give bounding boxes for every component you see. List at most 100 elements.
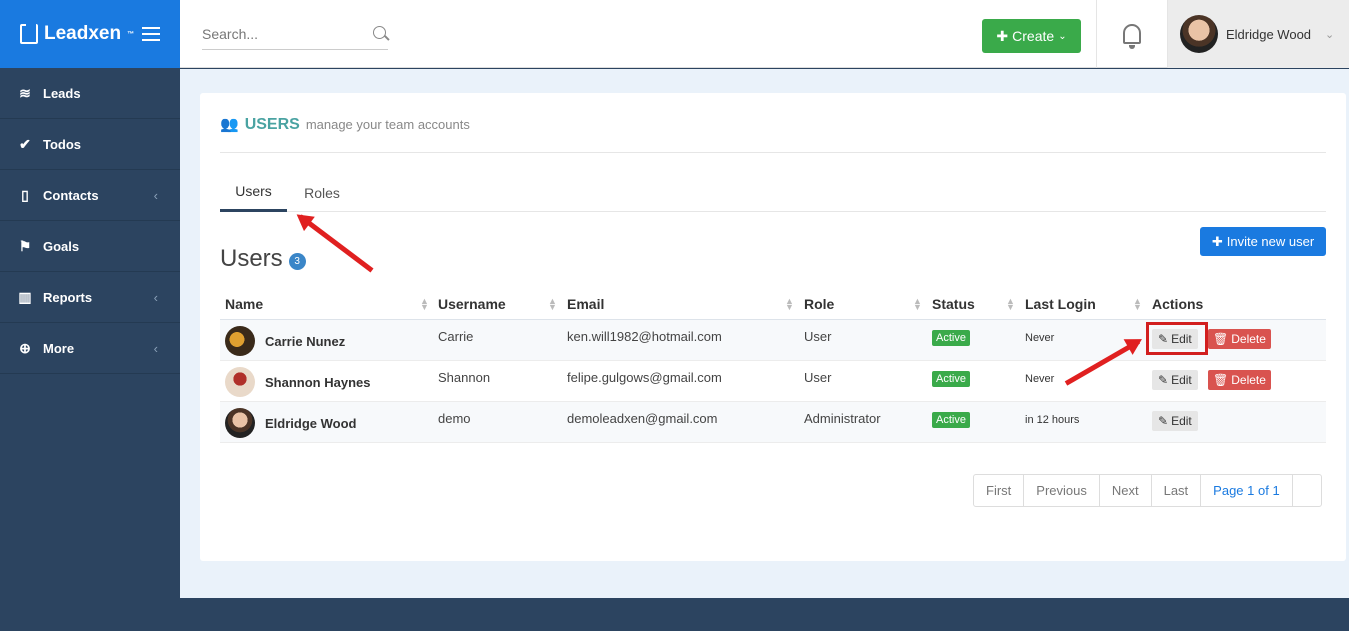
sort-icon[interactable]: ▲ ▼ bbox=[913, 297, 922, 312]
sidebar-item-goals[interactable]: ⚑ Goals bbox=[0, 221, 180, 272]
table-row: Carrie Nunez Carrie ken.will1982@hotmail… bbox=[220, 320, 1326, 361]
last-login: in 12 hours bbox=[1025, 414, 1080, 426]
invite-user-button[interactable]: ✚ Invite new user bbox=[1200, 227, 1326, 256]
sidebar-item-reports[interactable]: ▥ Reports ‹ bbox=[0, 272, 180, 323]
username: demo bbox=[438, 411, 471, 426]
column-header[interactable]: Name bbox=[225, 296, 263, 312]
edit-label: Edit bbox=[1171, 373, 1192, 387]
table-row: Shannon Haynes Shannon felipe.gulgows@gm… bbox=[220, 361, 1326, 402]
sort-icon[interactable]: ▲ ▼ bbox=[1133, 297, 1142, 312]
column-header[interactable]: Username bbox=[438, 296, 506, 312]
sort-icon[interactable]: ▲ ▼ bbox=[1006, 297, 1015, 312]
tab-roles[interactable]: Roles bbox=[294, 173, 350, 212]
hamburger-menu-icon[interactable] bbox=[142, 27, 160, 41]
search-box bbox=[202, 20, 388, 50]
user-name: Eldridge Wood bbox=[265, 415, 357, 431]
bell-icon bbox=[1123, 24, 1141, 49]
trash-icon: 🗑 bbox=[1213, 373, 1229, 387]
column-header[interactable]: Role bbox=[804, 296, 834, 312]
sidebar-item-label: Goals bbox=[43, 238, 80, 254]
user-menu[interactable]: Eldridge Wood ⌄ bbox=[1168, 0, 1349, 68]
tab-bar: Users Roles bbox=[220, 173, 1326, 212]
section-title-text: Users bbox=[220, 245, 283, 272]
sort-icon[interactable]: ▲ ▼ bbox=[548, 297, 557, 312]
user-name: Carrie Nunez bbox=[265, 333, 346, 349]
create-label: Create bbox=[1012, 28, 1055, 44]
pencil-icon: ✎ bbox=[1158, 373, 1169, 387]
user-name-cell: Carrie Nunez bbox=[225, 326, 345, 356]
plus-icon: ✚ bbox=[1211, 233, 1223, 249]
sidebar-item-contacts[interactable]: ▯ Contacts ‹ bbox=[0, 170, 180, 221]
top-bar: ✚ Create ⌄ Eldridge Wood ⌄ bbox=[180, 0, 1349, 68]
column-header[interactable]: Status bbox=[932, 296, 975, 312]
role: User bbox=[804, 370, 832, 385]
pagination-first[interactable]: First bbox=[974, 475, 1025, 506]
status-badge: Active bbox=[932, 330, 970, 346]
pagination-spacer bbox=[1293, 475, 1321, 506]
brand-area: Leadxen ™ bbox=[0, 0, 180, 68]
edit-button[interactable]: ✎ Edit bbox=[1152, 370, 1198, 390]
count-badge: 3 bbox=[288, 252, 306, 270]
logo-icon bbox=[20, 24, 38, 44]
flag-icon: ⚑ bbox=[18, 237, 32, 254]
layers-icon: ≋ bbox=[19, 84, 31, 101]
status-badge: Active bbox=[932, 412, 970, 428]
avatar bbox=[225, 326, 255, 356]
trash-icon: 🗑 bbox=[1213, 332, 1229, 346]
status-badge: Active bbox=[932, 371, 970, 387]
plus-circle-icon: ⊕ bbox=[19, 339, 31, 356]
sidebar-item-label: Todos bbox=[43, 136, 82, 152]
page-subtitle: manage your team accounts bbox=[305, 117, 470, 132]
username: Carrie bbox=[438, 329, 474, 344]
user-name-cell: Shannon Haynes bbox=[225, 367, 370, 397]
sidebar-item-more[interactable]: ⊕ More ‹ bbox=[0, 323, 180, 374]
edit-button[interactable]: ✎ Edit bbox=[1152, 411, 1198, 431]
pagination-previous[interactable]: Previous bbox=[1024, 475, 1100, 506]
delete-label: Delete bbox=[1231, 373, 1266, 387]
create-button[interactable]: ✚ Create ⌄ bbox=[982, 19, 1081, 53]
sidebar: ≋ Leads ✔ Todos ▯ Contacts ‹ ⚑ Goals ▥ R… bbox=[0, 68, 180, 631]
delete-button[interactable]: 🗑 Delete bbox=[1208, 329, 1271, 349]
section-title: Users 3 bbox=[220, 245, 306, 273]
sidebar-item-leads[interactable]: ≋ Leads bbox=[0, 68, 180, 119]
tab-users[interactable]: Users bbox=[220, 173, 287, 212]
column-header[interactable]: Email bbox=[567, 296, 604, 312]
sort-icon[interactable]: ▲ ▼ bbox=[785, 297, 794, 312]
role: Administrator bbox=[804, 411, 881, 426]
sidebar-item-label: Leads bbox=[43, 85, 81, 101]
address-book-icon: ▯ bbox=[21, 186, 29, 203]
sort-icon[interactable]: ▲ ▼ bbox=[420, 297, 429, 312]
table-row: Eldridge Wood demo demoleadxen@gmail.com… bbox=[220, 402, 1326, 443]
brand-logo[interactable]: Leadxen ™ bbox=[20, 23, 134, 45]
invite-label: Invite new user bbox=[1226, 234, 1315, 249]
pagination-last[interactable]: Last bbox=[1152, 475, 1202, 506]
plus-icon: ✚ bbox=[996, 27, 1009, 44]
chevron-down-icon: ⌄ bbox=[1325, 28, 1335, 41]
pagination-next[interactable]: Next bbox=[1100, 475, 1152, 506]
role: User bbox=[804, 329, 832, 344]
edit-label: Edit bbox=[1171, 414, 1192, 428]
sidebar-item-label: Contacts bbox=[43, 187, 99, 203]
avatar bbox=[1180, 15, 1218, 53]
delete-button[interactable]: 🗑 Delete bbox=[1208, 370, 1271, 390]
user-name: Eldridge Wood bbox=[1226, 26, 1312, 42]
username: Shannon bbox=[438, 370, 491, 385]
email: demoleadxen@gmail.com bbox=[567, 411, 718, 426]
notifications-button[interactable] bbox=[1096, 0, 1168, 68]
search-input[interactable] bbox=[202, 20, 362, 48]
column-header: Actions bbox=[1152, 296, 1204, 312]
brand-name: Leadxen bbox=[44, 23, 122, 44]
sidebar-item-todos[interactable]: ✔ Todos bbox=[0, 119, 180, 170]
delete-label: Delete bbox=[1231, 332, 1266, 346]
column-header[interactable]: Last Login bbox=[1025, 296, 1096, 312]
chevron-down-icon: ⌄ bbox=[1058, 30, 1067, 42]
annotation-highlight-box bbox=[1146, 322, 1208, 355]
email: felipe.gulgows@gmail.com bbox=[567, 370, 722, 385]
sidebar-item-label: More bbox=[43, 340, 75, 356]
pagination: First Previous Next Last Page 1 of 1 bbox=[973, 474, 1322, 507]
bar-chart-icon: ▥ bbox=[18, 288, 32, 305]
search-icon[interactable] bbox=[373, 26, 386, 39]
chevron-left-icon: ‹ bbox=[153, 340, 158, 356]
avatar bbox=[225, 367, 255, 397]
user-name-cell: Eldridge Wood bbox=[225, 408, 356, 438]
